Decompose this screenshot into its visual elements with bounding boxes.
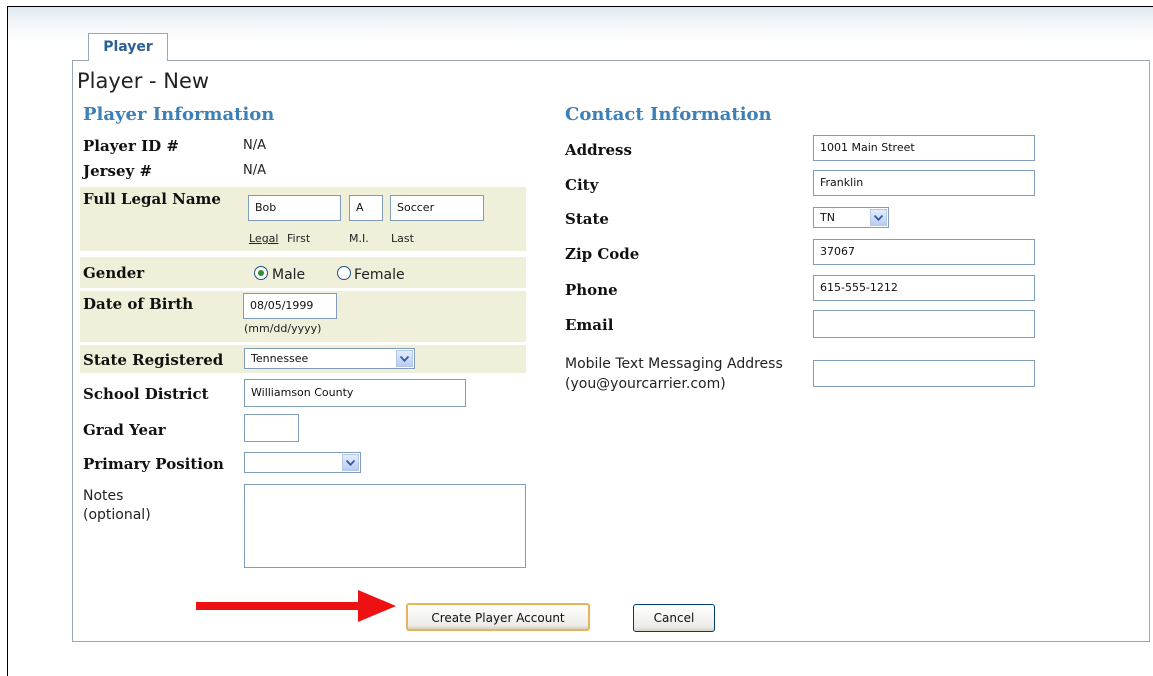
chevron-down-icon[interactable] (342, 454, 359, 471)
contact-info-heading: Contact Information (565, 104, 772, 125)
city-label: City (565, 176, 599, 194)
primary-position-label: Primary Position (83, 455, 224, 473)
phone-label: Phone (565, 281, 618, 299)
primary-position-select[interactable] (244, 452, 361, 473)
player-info-heading: Player Information (83, 104, 275, 125)
school-district-input[interactable]: Williamson County (244, 379, 466, 407)
address-label: Address (565, 141, 632, 159)
player-id-label: Player ID # (83, 137, 179, 155)
state-value: TN (820, 211, 835, 224)
jersey-value: N/A (243, 163, 266, 178)
notes-optional-label: (optional) (83, 507, 151, 523)
state-registered-value: Tennessee (251, 352, 309, 365)
mobile-label: Mobile Text Messaging Address (565, 356, 783, 372)
gender-label: Gender (83, 264, 145, 282)
notes-label: Notes (83, 488, 124, 504)
player-id-value: N/A (243, 138, 266, 153)
middle-initial-input[interactable]: A (349, 195, 383, 221)
first-caption: First (287, 232, 311, 245)
zip-label: Zip Code (565, 245, 640, 263)
gender-female-radio[interactable] (337, 266, 351, 280)
first-name-input[interactable]: Bob (248, 195, 341, 221)
red-arrow-icon (196, 590, 396, 622)
state-select[interactable]: TN (813, 207, 889, 228)
mobile-input[interactable] (813, 360, 1035, 387)
city-input[interactable]: Franklin (813, 170, 1035, 196)
dob-hint: (mm/dd/yyyy) (244, 322, 322, 335)
notes-textarea[interactable] (244, 484, 526, 568)
zip-input[interactable]: 37067 (813, 239, 1035, 265)
state-registered-label: State Registered (83, 351, 224, 369)
email-label: Email (565, 316, 614, 334)
full-name-label: Full Legal Name (83, 190, 221, 208)
chevron-down-icon[interactable] (870, 209, 887, 226)
create-player-account-button[interactable]: Create Player Account (406, 603, 590, 631)
page-title: Player - New (77, 69, 210, 93)
phone-input[interactable]: 615-555-1212 (813, 275, 1035, 301)
cancel-button[interactable]: Cancel (633, 604, 715, 632)
gender-male-label: Male (272, 267, 306, 283)
chevron-down-icon[interactable] (396, 350, 413, 367)
jersey-label: Jersey # (83, 162, 153, 180)
tab-player[interactable]: Player (88, 33, 168, 61)
dob-input[interactable]: 08/05/1999 (243, 293, 337, 319)
last-name-input[interactable]: Soccer (390, 195, 484, 221)
gender-male-radio[interactable] (254, 266, 268, 280)
mi-caption: M.I. (349, 232, 369, 245)
dob-label: Date of Birth (83, 295, 194, 313)
legal-link[interactable]: Legal (249, 232, 278, 245)
school-district-label: School District (83, 385, 209, 403)
email-input[interactable] (813, 310, 1035, 338)
gender-female-label: Female (354, 267, 405, 283)
grad-year-input[interactable] (244, 414, 299, 442)
last-caption: Last (391, 232, 414, 245)
address-input[interactable]: 1001 Main Street (813, 135, 1035, 161)
grad-year-label: Grad Year (83, 421, 166, 439)
state-label: State (565, 210, 609, 228)
state-registered-select[interactable]: Tennessee (244, 348, 415, 369)
mobile-hint: (you@yourcarrier.com) (565, 376, 726, 392)
